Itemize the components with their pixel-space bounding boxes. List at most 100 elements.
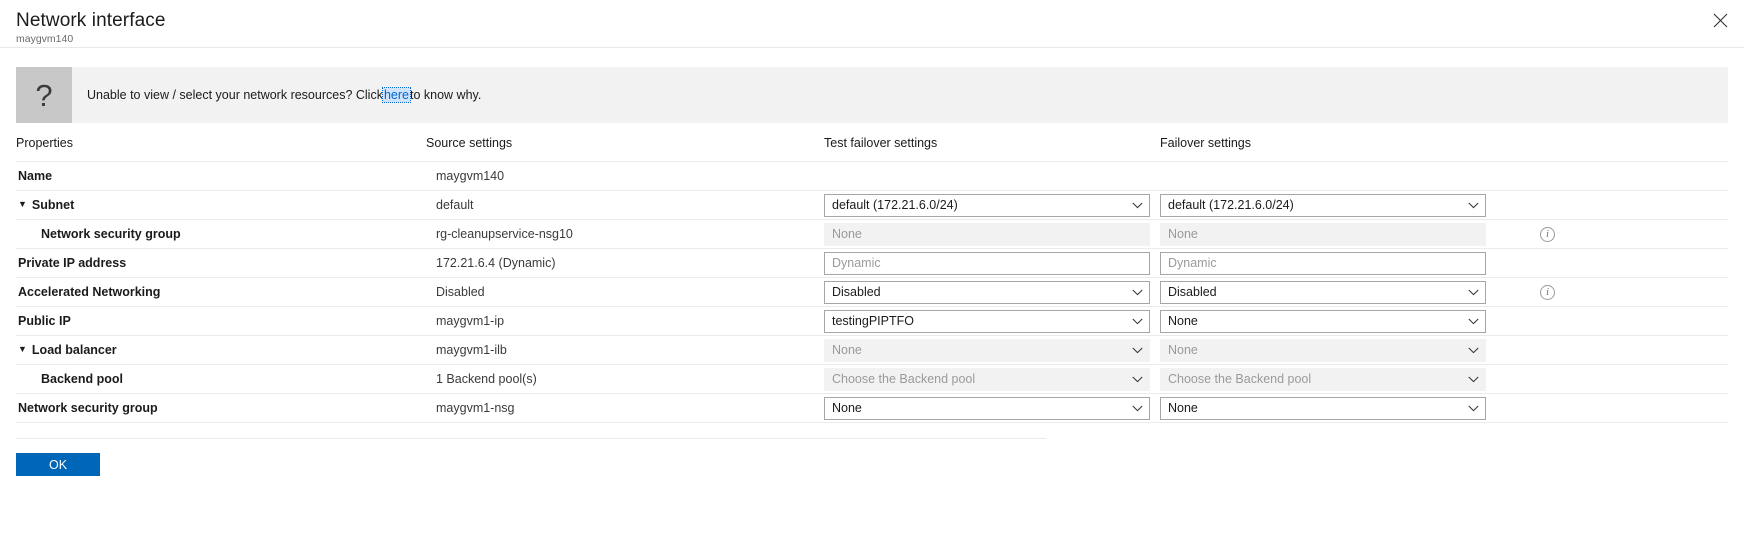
cell-source-value: rg-cleanupservice-nsg10 xyxy=(426,219,824,249)
property-label-name-0: Name xyxy=(16,169,426,183)
cell-source-value: default xyxy=(426,190,824,220)
failover-control-network-security-group-2: None xyxy=(1160,222,1486,246)
test-failover-control-private-ip-address-3-value: Dynamic xyxy=(832,256,881,270)
cell-test-failover: None xyxy=(824,219,1160,249)
failover-control-public-ip-5[interactable]: None xyxy=(1160,309,1486,333)
chevron-down-icon xyxy=(1131,289,1143,296)
test-failover-control-network-security-group-2-value: None xyxy=(832,227,862,241)
info-icon[interactable]: i xyxy=(1540,227,1555,242)
ok-button[interactable]: OK xyxy=(16,453,100,476)
cell-info xyxy=(1496,248,1728,278)
test-failover-control-backend-pool-7-value: Choose the Backend pool xyxy=(832,372,976,386)
cell-info xyxy=(1496,190,1728,220)
property-label-network-security-group-8: Network security group xyxy=(16,401,426,415)
cell-source-value: 172.21.6.4 (Dynamic) xyxy=(426,248,824,278)
failover-control-subnet-1[interactable]: default (172.21.6.0/24) xyxy=(1160,193,1486,217)
test-failover-control-subnet-1-value: default (172.21.6.0/24) xyxy=(832,198,958,212)
property-label-load-balancer-6: ▼ Load balancer xyxy=(16,343,426,357)
cell-test-failover: Dynamic xyxy=(824,248,1160,278)
cell-test-failover: Choose the Backend pool xyxy=(824,364,1160,394)
failover-control-accelerated-networking-4[interactable]: Disabled xyxy=(1160,280,1486,304)
chevron-down-icon xyxy=(1467,318,1479,325)
test-failover-control-network-security-group-8-value: None xyxy=(832,401,862,415)
info-banner-text-after: to know why. xyxy=(410,88,482,102)
property-label-network-security-group-2: Network security group xyxy=(16,227,426,241)
test-failover-control-public-ip-5[interactable]: testingPIPTFO xyxy=(824,309,1150,333)
column-header-failover-settings: Failover settings xyxy=(1160,136,1496,162)
network-interface-table-wrap: Properties Source settings Test failover… xyxy=(0,136,1744,423)
cell-property: Accelerated Networking xyxy=(16,277,426,307)
source-value-network-security-group-2: rg-cleanupservice-nsg10 xyxy=(436,227,573,241)
cell-source-value: maygvm1-nsg xyxy=(426,393,824,423)
chevron-down-icon xyxy=(1131,202,1143,209)
test-failover-control-network-security-group-8[interactable]: None xyxy=(824,396,1150,420)
expander-triangle-icon[interactable]: ▼ xyxy=(18,199,27,209)
failover-control-network-security-group-2-value: None xyxy=(1168,227,1198,241)
cell-test-failover: testingPIPTFO xyxy=(824,306,1160,336)
cell-test-failover: default (172.21.6.0/24) xyxy=(824,190,1160,220)
close-icon[interactable] xyxy=(1704,4,1736,36)
test-failover-control-backend-pool-7: Choose the Backend pool xyxy=(824,367,1150,391)
property-label-text: Network security group xyxy=(41,227,181,241)
cell-property: Backend pool xyxy=(16,364,426,394)
failover-control-network-security-group-8-value: None xyxy=(1168,401,1198,415)
property-label-private-ip-address-3: Private IP address xyxy=(16,256,426,270)
cell-source-value: 1 Backend pool(s) xyxy=(426,364,824,394)
source-value-private-ip-address-3: 172.21.6.4 (Dynamic) xyxy=(436,256,556,270)
cell-source-value: maygvm140 xyxy=(426,161,824,191)
property-label-text: Public IP xyxy=(18,314,71,328)
chevron-down-icon xyxy=(1467,289,1479,296)
property-label-text: Load balancer xyxy=(31,343,117,357)
cell-property: Network security group xyxy=(16,219,426,249)
banner-here-link[interactable]: here xyxy=(381,87,412,103)
failover-control-accelerated-networking-4-value: Disabled xyxy=(1168,285,1217,299)
cell-test-failover: Disabled xyxy=(824,277,1160,307)
question-mark-icon: ? xyxy=(16,67,72,123)
chevron-down-icon xyxy=(1467,376,1479,383)
cell-test-failover: None xyxy=(824,393,1160,423)
cell-info xyxy=(1496,306,1728,336)
source-value-accelerated-networking-4: Disabled xyxy=(436,285,485,299)
column-header-source-settings: Source settings xyxy=(426,136,824,162)
property-label-subnet-1: ▼ Subnet xyxy=(16,198,426,212)
test-failover-control-subnet-1[interactable]: default (172.21.6.0/24) xyxy=(824,193,1150,217)
failover-control-backend-pool-7: Choose the Backend pool xyxy=(1160,367,1486,391)
info-banner-text-before: Unable to view / select your network res… xyxy=(87,88,383,102)
property-label-public-ip-5: Public IP xyxy=(16,314,426,328)
failover-control-backend-pool-7-value: Choose the Backend pool xyxy=(1168,372,1312,386)
test-failover-control-accelerated-networking-4[interactable]: Disabled xyxy=(824,280,1150,304)
cell-info: i xyxy=(1496,219,1728,249)
property-label-text: Name xyxy=(18,169,53,183)
expander-triangle-icon[interactable]: ▼ xyxy=(18,344,27,354)
table-row: ▼ Subnet default default (172.21.6.0/24) def… xyxy=(16,190,1728,220)
test-failover-control-private-ip-address-3[interactable]: Dynamic xyxy=(824,251,1150,275)
cell-failover: Dynamic xyxy=(1160,248,1496,278)
cell-failover: default (172.21.6.0/24) xyxy=(1160,190,1496,220)
test-failover-control-load-balancer-6: None xyxy=(824,338,1150,362)
failover-control-load-balancer-6: None xyxy=(1160,338,1486,362)
failover-control-private-ip-address-3[interactable]: Dynamic xyxy=(1160,251,1486,275)
failover-control-network-security-group-8[interactable]: None xyxy=(1160,396,1486,420)
info-icon[interactable]: i xyxy=(1540,285,1555,300)
cell-source-value: Disabled xyxy=(426,277,824,307)
cell-failover: None xyxy=(1160,393,1496,423)
table-row: Accelerated Networking Disabled Disabled Di… xyxy=(16,277,1728,307)
cell-failover: Choose the Backend pool xyxy=(1160,364,1496,394)
failover-control-public-ip-5-value: None xyxy=(1168,314,1198,328)
property-label-text: Network security group xyxy=(18,401,158,415)
cell-property: ▼ Subnet xyxy=(16,190,426,220)
page-title: Network interface xyxy=(16,10,166,31)
cell-info: i xyxy=(1496,277,1728,307)
table-row: Public IP maygvm1-ip testingPIPTFO None xyxy=(16,306,1728,336)
failover-control-subnet-1-value: default (172.21.6.0/24) xyxy=(1168,198,1294,212)
property-label-backend-pool-7: Backend pool xyxy=(16,372,426,386)
chevron-down-icon xyxy=(1467,405,1479,412)
dialog-header: Network interface maygvm140 xyxy=(0,0,1744,48)
cell-property: Name xyxy=(16,161,426,191)
chevron-down-icon xyxy=(1467,202,1479,209)
info-banner: ? Unable to view / select your network r… xyxy=(16,67,1728,123)
source-value-subnet-1: default xyxy=(436,198,474,212)
cell-source-value: maygvm1-ip xyxy=(426,306,824,336)
chevron-down-icon xyxy=(1131,318,1143,325)
cell-info xyxy=(1496,161,1728,191)
